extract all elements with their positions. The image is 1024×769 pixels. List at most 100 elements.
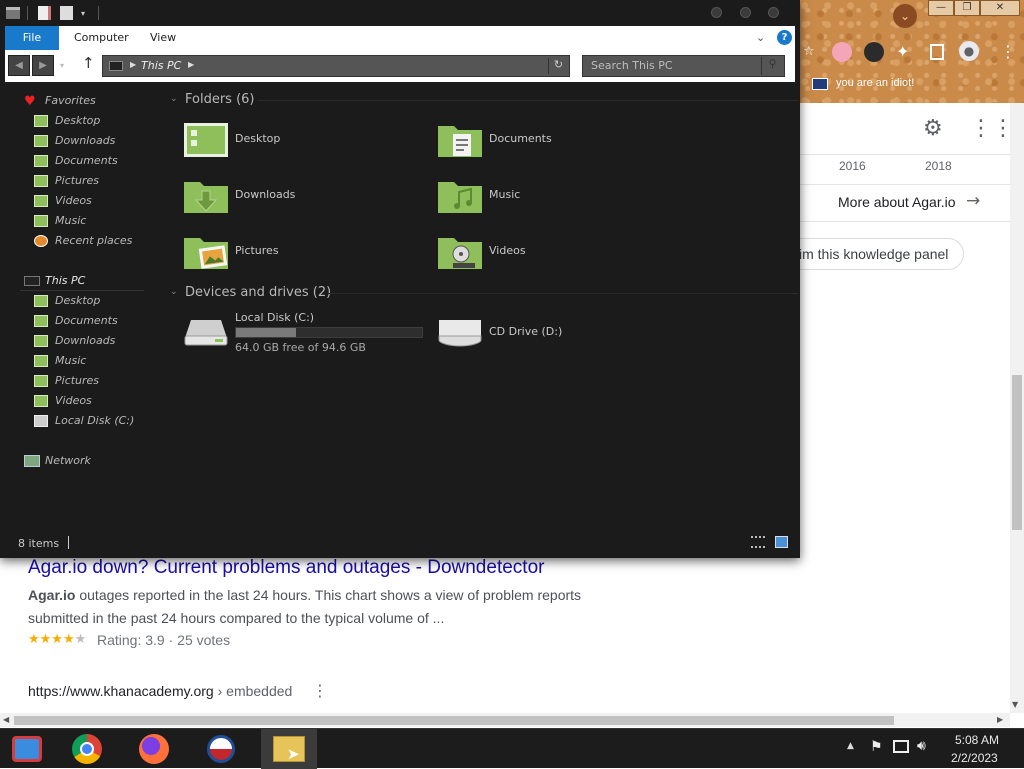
folder-tile-pictures[interactable]: Pictures bbox=[180, 230, 410, 274]
sidebar-item-label: Documents bbox=[55, 314, 118, 327]
customize-toolbar-icon[interactable]: ▾ bbox=[81, 9, 85, 18]
bookmark-link[interactable]: you are an idiot! bbox=[836, 77, 914, 89]
sidebar-item-desktop[interactable]: Desktop bbox=[34, 113, 100, 129]
sidebar-item-desktop[interactable]: Desktop bbox=[34, 293, 100, 309]
more-about-link[interactable]: More about Agar.io bbox=[838, 194, 956, 210]
extension-avatar-icon[interactable] bbox=[864, 42, 884, 62]
browser-close-button[interactable]: ✕ bbox=[980, 0, 1020, 16]
refresh-icon[interactable]: ↻ bbox=[548, 58, 568, 74]
scroll-left-arrow-icon[interactable]: ◀ bbox=[3, 715, 9, 724]
disk-drive-icon bbox=[34, 415, 48, 427]
network-status-icon[interactable] bbox=[893, 740, 909, 753]
bookmark-star-icon[interactable]: ☆ bbox=[803, 44, 815, 59]
show-hidden-icons-icon[interactable]: ▲ bbox=[847, 741, 854, 751]
taskbar-file-explorer[interactable]: ➤ bbox=[261, 729, 317, 769]
sidebar-network[interactable]: Network bbox=[45, 453, 91, 469]
chrome-icon bbox=[72, 734, 102, 764]
sidebar-item-local-disk[interactable]: Local Disk (C:) bbox=[34, 413, 134, 429]
help-icon[interactable]: ? bbox=[777, 30, 792, 45]
tab-file[interactable]: File bbox=[5, 26, 59, 50]
tab-view[interactable]: View bbox=[136, 26, 190, 50]
tab-computer[interactable]: Computer bbox=[60, 26, 143, 50]
drive-tile-local-disk[interactable]: Local Disk (C:) 64.0 GB free of 94.6 GB bbox=[180, 308, 430, 358]
sidebar-item-documents[interactable]: Documents bbox=[34, 153, 118, 169]
tab-search-button[interactable]: ⌄ bbox=[893, 4, 917, 28]
taskbar-app[interactable] bbox=[194, 729, 250, 769]
search-icon[interactable]: ⚲ bbox=[761, 57, 783, 75]
sidebar-item-recent-places[interactable]: Recent places bbox=[34, 233, 132, 249]
large-icons-view-icon[interactable] bbox=[775, 536, 788, 548]
recent-locations-icon[interactable]: ▾ bbox=[60, 61, 64, 70]
sidebar-item-videos[interactable]: Videos bbox=[34, 393, 92, 409]
maximize-button[interactable] bbox=[740, 7, 751, 18]
clock-date[interactable]: 2/2/2023 bbox=[951, 751, 998, 765]
browser-menu-icon[interactable]: ⋮ bbox=[1000, 42, 1016, 61]
folder-tile-desktop[interactable]: Desktop bbox=[180, 118, 410, 162]
properties-icon[interactable] bbox=[38, 6, 51, 20]
sidebar-item-downloads[interactable]: Downloads bbox=[34, 333, 115, 349]
snippet-keyword: Agar.io bbox=[28, 587, 76, 603]
desktop-folder-icon bbox=[34, 295, 48, 307]
collapse-chevron-icon[interactable]: ⌄ bbox=[170, 94, 178, 104]
music-folder-icon bbox=[438, 182, 482, 213]
action-center-flag-icon[interactable]: ⚑ bbox=[870, 739, 883, 755]
sidebar-item-documents[interactable]: Documents bbox=[34, 313, 118, 329]
sidebar-item-music[interactable]: Music bbox=[34, 353, 86, 369]
breadcrumb-chevron-icon[interactable]: ▶ bbox=[130, 60, 136, 69]
settings-gear-icon[interactable]: ⚙ bbox=[923, 118, 943, 140]
horizontal-scrollbar-thumb[interactable] bbox=[14, 716, 894, 725]
folder-tile-documents[interactable]: Documents bbox=[434, 118, 664, 162]
result-url[interactable]: https://www.khanacademy.org › embedded bbox=[28, 683, 292, 699]
scroll-down-arrow-icon[interactable]: ▼ bbox=[1012, 700, 1018, 709]
google-header: ⚙ ⋮⋮ bbox=[800, 103, 1014, 155]
sidebar-favorites[interactable]: Favorites bbox=[45, 93, 96, 109]
folder-label: Videos bbox=[489, 244, 526, 257]
sidebar-item-downloads[interactable]: Downloads bbox=[34, 133, 115, 149]
breadcrumb-this-pc[interactable]: This PC bbox=[141, 59, 181, 72]
drive-tile-cd[interactable]: CD Drive (D:) bbox=[434, 308, 664, 358]
close-button[interactable] bbox=[768, 7, 779, 18]
vertical-scrollbar-thumb[interactable] bbox=[1012, 375, 1022, 530]
search-box[interactable]: Search This PC ⚲ bbox=[582, 55, 785, 77]
folder-tile-downloads[interactable]: Downloads bbox=[180, 174, 410, 218]
extensions-puzzle-icon[interactable]: ✦ bbox=[896, 42, 909, 61]
devices-group-header[interactable]: Devices and drives (2) bbox=[185, 285, 331, 300]
sidebar-item-label: Downloads bbox=[55, 334, 116, 347]
claim-knowledge-panel-button[interactable]: im this knowledge panel bbox=[780, 238, 964, 270]
new-folder-icon[interactable] bbox=[60, 6, 73, 20]
details-view-icon[interactable] bbox=[751, 536, 765, 548]
drive-name: Local Disk (C:) bbox=[235, 311, 315, 324]
taskbar-firefox[interactable] bbox=[127, 729, 183, 769]
result-menu-icon[interactable]: ⋮ bbox=[312, 681, 328, 700]
address-bar[interactable]: ▶ This PC ▶ ↻ bbox=[102, 55, 570, 77]
browser-minimize-button[interactable]: — bbox=[928, 0, 954, 16]
folders-group-header[interactable]: Folders (6) bbox=[185, 92, 255, 107]
scroll-right-arrow-icon[interactable]: ▶ bbox=[997, 715, 1003, 724]
side-panel-icon[interactable] bbox=[930, 44, 944, 60]
sidebar-item-pictures[interactable]: Pictures bbox=[34, 173, 99, 189]
extension-flag-icon[interactable] bbox=[832, 42, 852, 62]
sidebar-item-music[interactable]: Music bbox=[34, 213, 86, 229]
taskbar-start-app[interactable] bbox=[0, 729, 56, 769]
profile-icon[interactable]: ● bbox=[959, 41, 979, 61]
collapse-chevron-icon[interactable]: ⌄ bbox=[170, 287, 178, 297]
breadcrumb-chevron-icon[interactable]: ▶ bbox=[188, 60, 194, 69]
search-result-title[interactable]: Agar.io down? Current problems and outag… bbox=[28, 557, 544, 579]
minimize-button[interactable] bbox=[711, 7, 722, 18]
search-input[interactable]: Search This PC bbox=[591, 59, 673, 72]
volume-icon[interactable]: 🔊︎ bbox=[917, 738, 926, 754]
back-button[interactable]: ◀ bbox=[8, 55, 30, 76]
apps-grid-icon[interactable]: ⋮⋮ bbox=[970, 118, 1014, 140]
sidebar-item-videos[interactable]: Videos bbox=[34, 193, 92, 209]
expand-ribbon-icon[interactable]: ⌄ bbox=[756, 31, 765, 44]
forward-button[interactable]: ▶ bbox=[32, 55, 54, 76]
sidebar-this-pc[interactable]: This PC bbox=[45, 273, 85, 289]
browser-restore-button[interactable]: ❐ bbox=[954, 0, 980, 16]
folder-tile-music[interactable]: Music bbox=[434, 174, 664, 218]
sidebar-item-label: Desktop bbox=[55, 114, 101, 127]
folder-tile-videos[interactable]: Videos bbox=[434, 230, 664, 274]
sidebar-item-pictures[interactable]: Pictures bbox=[34, 373, 99, 389]
up-arrow-icon[interactable]: ↑ bbox=[82, 54, 95, 72]
taskbar-chrome[interactable] bbox=[60, 729, 116, 769]
clock-time[interactable]: 5:08 AM bbox=[955, 733, 999, 747]
